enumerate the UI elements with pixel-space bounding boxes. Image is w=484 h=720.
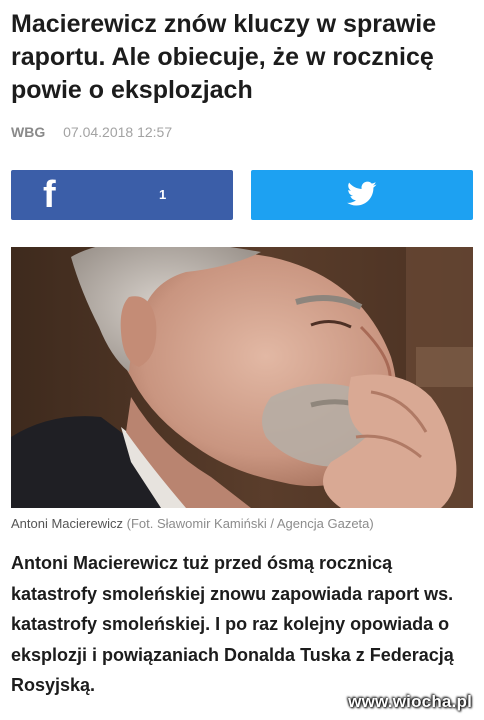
site-watermark: www.wiocha.pl — [348, 692, 472, 711]
portrait-image — [11, 247, 473, 508]
twitter-share-button[interactable] — [251, 170, 473, 220]
caption-name: Antoni Macierewicz — [11, 516, 123, 531]
article-lead: Antoni Macierewicz tuż przed ósmą roczni… — [11, 553, 454, 695]
facebook-share-count: 1 — [159, 187, 167, 202]
article-meta: WBG 07.04.2018 12:57 — [11, 124, 172, 140]
article-photo — [11, 247, 473, 508]
caption-credit: (Fot. Sławomir Kamiński / Agencja Gazeta… — [126, 516, 374, 531]
article-date: 07.04.2018 12:57 — [63, 124, 173, 140]
facebook-icon: f — [43, 174, 56, 216]
photo-caption: Antoni Macierewicz (Fot. Sławomir Kamińs… — [11, 516, 374, 531]
article-author[interactable]: WBG — [11, 124, 45, 140]
twitter-icon — [347, 181, 377, 206]
article-title: Macierewicz znów kluczy w sprawie raport… — [11, 10, 437, 104]
facebook-share-button[interactable]: f 1 — [11, 170, 233, 220]
